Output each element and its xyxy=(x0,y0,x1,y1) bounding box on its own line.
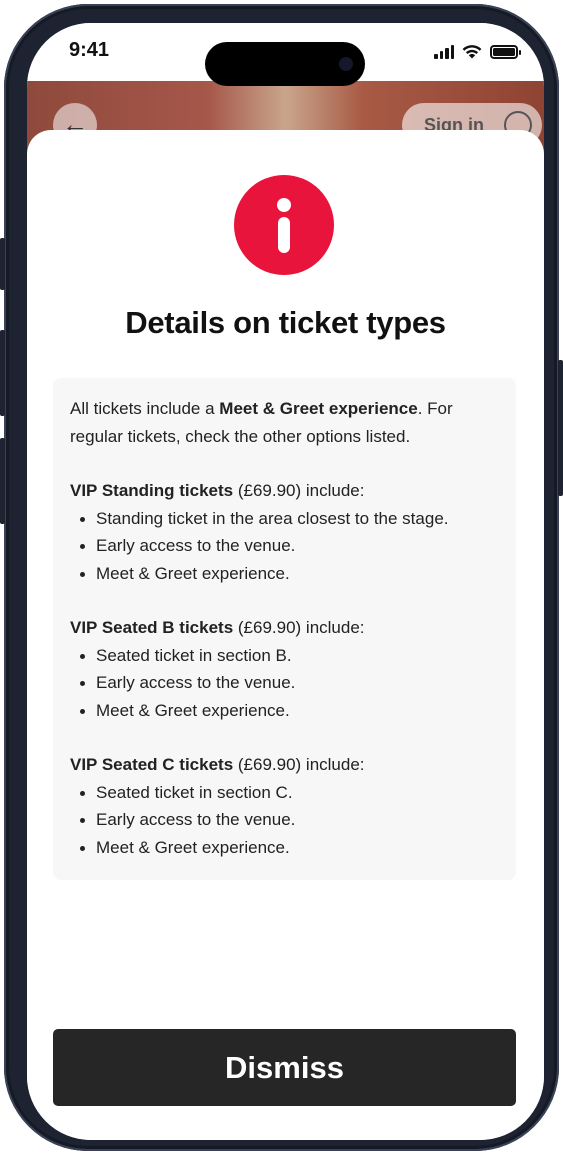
volume-down-button xyxy=(0,438,5,524)
status-bar: 9:41 xyxy=(27,23,544,86)
ticket-type-vip-seated-b: VIP Seated B tickets (£69.90) include: S… xyxy=(70,614,500,724)
status-time: 9:41 xyxy=(69,39,110,61)
screen: ← Sign in 9:41 Details on ticket types A… xyxy=(27,23,544,1140)
power-button xyxy=(558,360,563,496)
intro-text: All tickets include a Meet & Greet exper… xyxy=(70,399,453,446)
cellular-signal-icon xyxy=(434,45,454,59)
phone-frame: ← Sign in 9:41 Details on ticket types A… xyxy=(4,4,559,1151)
list-item: Early access to the venue. xyxy=(70,669,500,697)
battery-icon xyxy=(490,45,521,59)
list-item: Seated ticket in section B. xyxy=(70,642,500,670)
camera-icon xyxy=(339,57,353,71)
status-icons xyxy=(434,43,521,59)
list-item: Standing ticket in the area closest to t… xyxy=(70,505,500,533)
action-button xyxy=(0,238,5,290)
ticket-type-heading: VIP Seated B tickets (£69.90) include: xyxy=(70,618,365,637)
ticket-type-vip-seated-c: VIP Seated C tickets (£69.90) include: S… xyxy=(70,751,500,861)
info-icon xyxy=(234,175,334,275)
ticket-benefits-list: Seated ticket in section B. Early access… xyxy=(70,642,500,725)
volume-up-button xyxy=(0,330,5,416)
list-item: Meet & Greet experience. xyxy=(70,697,500,725)
details-card: All tickets include a Meet & Greet exper… xyxy=(53,378,516,880)
dismiss-button[interactable]: Dismiss xyxy=(53,1029,516,1106)
sheet-title: Details on ticket types xyxy=(125,305,446,340)
ticket-type-vip-standing: VIP Standing tickets (£69.90) include: S… xyxy=(70,477,500,587)
dynamic-island xyxy=(205,42,365,86)
list-item: Early access to the venue. xyxy=(70,806,500,834)
list-item: Meet & Greet experience. xyxy=(70,560,500,588)
ticket-type-heading: VIP Standing tickets (£69.90) include: xyxy=(70,481,365,500)
ticket-details-sheet: Details on ticket types All tickets incl… xyxy=(27,130,544,1140)
wifi-icon xyxy=(462,45,482,59)
ticket-type-heading: VIP Seated C tickets (£69.90) include: xyxy=(70,755,365,774)
ticket-benefits-list: Seated ticket in section C. Early access… xyxy=(70,779,500,862)
list-item: Early access to the venue. xyxy=(70,532,500,560)
list-item: Meet & Greet experience. xyxy=(70,834,500,862)
list-item: Seated ticket in section C. xyxy=(70,779,500,807)
ticket-benefits-list: Standing ticket in the area closest to t… xyxy=(70,505,500,588)
